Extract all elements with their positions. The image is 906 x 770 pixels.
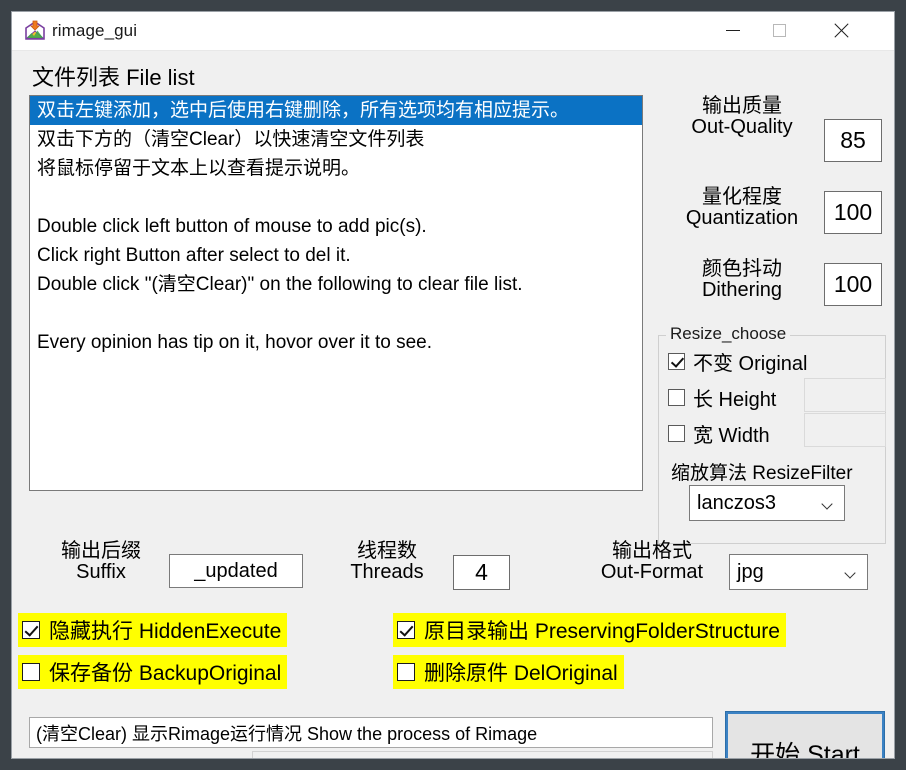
resize-filter-select[interactable]: lanczos3: [689, 485, 845, 521]
chevron-down-icon: [823, 500, 832, 509]
checkbox-hidden-execute[interactable]: 隐藏执行 HiddenExecute: [18, 613, 288, 647]
resize-choose-group-title: Resize_choose: [666, 324, 791, 344]
checkbox-width[interactable]: 宽 Width: [668, 419, 770, 448]
checkbox-height[interactable]: 长 Height: [668, 383, 776, 412]
list-item[interactable]: 双击下方的（清空Clear）以快速清空文件列表: [30, 125, 642, 154]
out-quality-input[interactable]: 85: [824, 119, 882, 162]
list-item[interactable]: [30, 183, 642, 212]
width-input[interactable]: [804, 413, 886, 447]
checkbox-box: [668, 353, 685, 370]
list-item[interactable]: Every opinion has tip on it, hovor over …: [30, 328, 642, 357]
minimize-icon: [726, 30, 740, 31]
close-button[interactable]: [818, 12, 864, 49]
file-list-box[interactable]: 双击左键添加，选中后使用右键删除，所有选项均有相应提示。 双击下方的（清空Cle…: [29, 95, 643, 491]
application-window: rimage_gui 文件列表 File list 双击左键添加，选中后使用右键…: [11, 11, 895, 759]
out-format-select[interactable]: jpg: [729, 554, 868, 590]
status-bar[interactable]: (清空Clear) 显示Rimage运行情况 Show the process …: [29, 717, 713, 748]
list-item[interactable]: 将鼠标停留于文本上以查看提示说明。: [30, 154, 642, 183]
list-item[interactable]: Double click "(清空Clear)" on the followin…: [30, 270, 642, 299]
checkbox-box: [668, 425, 685, 442]
height-input[interactable]: [804, 378, 886, 412]
checkbox-box: [397, 621, 415, 639]
dithering-input[interactable]: 100: [824, 263, 882, 306]
list-item[interactable]: [30, 299, 642, 328]
checkbox-original[interactable]: 不变 Original: [668, 347, 807, 376]
checkbox-box: [22, 621, 40, 639]
maximize-icon: [772, 24, 786, 37]
checkbox-box: [668, 389, 685, 406]
list-item[interactable]: Double click left button of mouse to add…: [30, 212, 642, 241]
checkbox-del-original[interactable]: 删除原件 DelOriginal: [393, 655, 624, 689]
threads-label: 线程数 Threads: [350, 540, 424, 583]
out-format-value: jpg: [737, 560, 764, 583]
out-dir-input[interactable]: "C:\Users\Administrator\Desktop": [252, 751, 713, 758]
checkbox-box: [397, 663, 415, 681]
resize-filter-label: 缩放算法 ResizeFilter: [671, 463, 853, 484]
title-bar: rimage_gui: [12, 12, 894, 51]
close-icon: [833, 23, 849, 39]
file-list-title: 文件列表 File list: [32, 65, 195, 90]
image-envelope-icon: [24, 20, 46, 42]
quantization-label: 量化程度 Quantization: [685, 186, 799, 229]
threads-input[interactable]: 4: [453, 555, 510, 590]
checkbox-box: [22, 663, 40, 681]
client-area: 文件列表 File list 双击左键添加，选中后使用右键删除，所有选项均有相应…: [12, 51, 894, 758]
dithering-label: 颜色抖动 Dithering: [701, 258, 783, 301]
list-item[interactable]: Click right Button after select to del i…: [30, 241, 642, 270]
checkbox-backup-original[interactable]: 保存备份 BackupOriginal: [18, 655, 288, 689]
quantization-input[interactable]: 100: [824, 191, 882, 234]
maximize-button[interactable]: [756, 12, 802, 49]
minimize-button[interactable]: [710, 12, 756, 49]
out-quality-label: 输出质量 Out-Quality: [691, 95, 793, 138]
suffix-input[interactable]: _updated: [169, 554, 303, 588]
start-button[interactable]: 开始 Start: [725, 711, 885, 758]
screen: rimage_gui 文件列表 File list 双击左键添加，选中后使用右键…: [0, 0, 906, 770]
suffix-label: 输出后缀 Suffix: [61, 540, 141, 583]
out-format-label: 输出格式 Out-Format: [600, 540, 704, 583]
start-button-label: 开始 Start: [726, 712, 884, 758]
checkbox-preserving-folder-structure[interactable]: 原目录输出 PreservingFolderStructure: [393, 613, 786, 647]
resize-filter-value: lanczos3: [697, 491, 776, 514]
window-title: rimage_gui: [52, 21, 138, 40]
list-item[interactable]: 双击左键添加，选中后使用右键删除，所有选项均有相应提示。: [30, 96, 642, 125]
chevron-down-icon: [846, 569, 855, 578]
